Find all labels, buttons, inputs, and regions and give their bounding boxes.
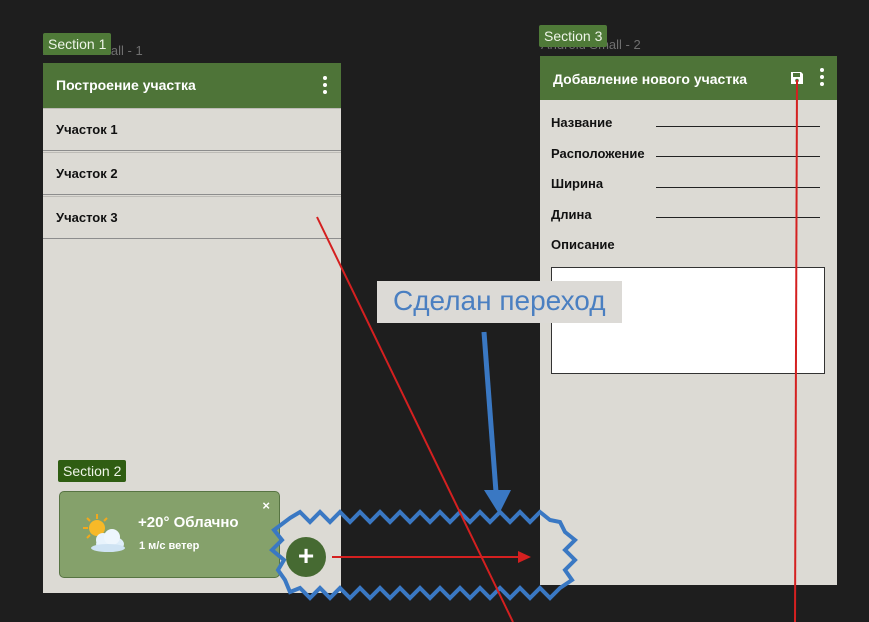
red-diagonal-line bbox=[316, 216, 514, 622]
blue-arrow-line bbox=[481, 331, 499, 493]
add-button[interactable]: + bbox=[286, 537, 326, 577]
red-vertical-line bbox=[794, 79, 798, 622]
red-arrowhead bbox=[518, 551, 531, 563]
transition-callout: Сделан переход bbox=[377, 281, 622, 323]
blue-arrowhead bbox=[484, 490, 511, 514]
